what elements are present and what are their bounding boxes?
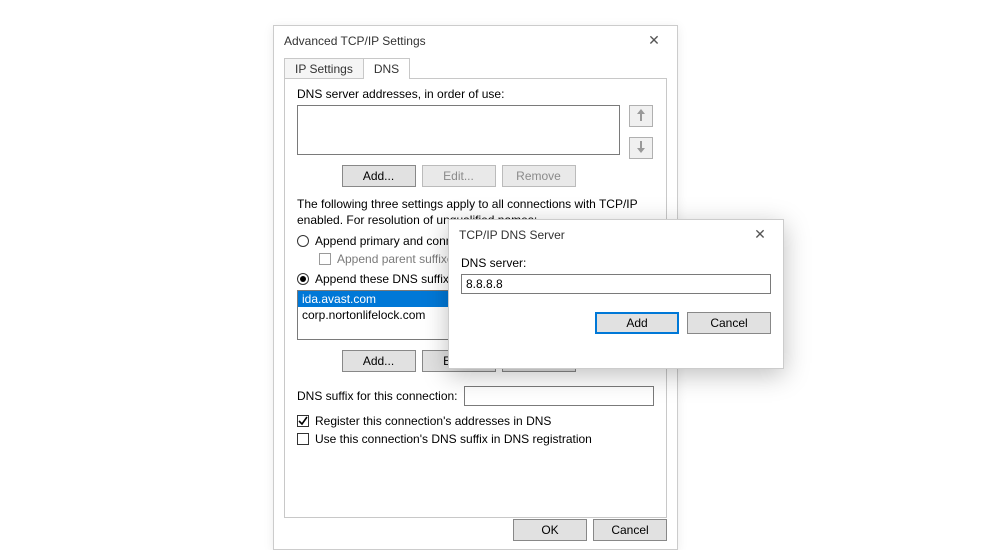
tab-dns[interactable]: DNS (363, 58, 410, 79)
suffix-add-button[interactable]: Add... (342, 350, 416, 372)
tab-ip-settings[interactable]: IP Settings (284, 58, 364, 79)
dns-server-input[interactable]: 8.8.8.8 (461, 274, 771, 294)
check-use-suffix[interactable]: Use this connection's DNS suffix in DNS … (297, 432, 654, 446)
dns-add-button[interactable]: Add... (342, 165, 416, 187)
close-icon[interactable]: ✕ (639, 30, 669, 52)
titlebar[interactable]: TCP/IP DNS Server ✕ (449, 220, 783, 250)
move-down-button[interactable] (629, 137, 653, 159)
radio-icon (297, 235, 309, 247)
move-up-button[interactable] (629, 105, 653, 127)
ok-button[interactable]: OK (513, 519, 587, 541)
dns-server-label: DNS server: (461, 256, 771, 270)
check-register-dns[interactable]: Register this connection's addresses in … (297, 414, 654, 428)
dns-server-dialog: TCP/IP DNS Server ✕ DNS server: 8.8.8.8 … (448, 219, 784, 369)
suffix-connection-label: DNS suffix for this connection: (297, 389, 458, 403)
dialog-add-button[interactable]: Add (595, 312, 679, 334)
cancel-button[interactable]: Cancel (593, 519, 667, 541)
dns-edit-button: Edit... (422, 165, 496, 187)
arrow-down-icon (636, 141, 646, 156)
checkbox-icon (297, 433, 309, 445)
window-title: Advanced TCP/IP Settings (284, 34, 426, 48)
dns-servers-listbox[interactable] (297, 105, 620, 155)
dialog-cancel-button[interactable]: Cancel (687, 312, 771, 334)
checkbox-icon (319, 253, 331, 265)
arrow-up-icon (636, 109, 646, 124)
tabs: IP Settings DNS (284, 56, 667, 78)
checkbox-icon (297, 415, 309, 427)
suffix-connection-input[interactable] (464, 386, 654, 406)
dns-servers-label: DNS server addresses, in order of use: (297, 87, 654, 101)
check-label: Use this connection's DNS suffix in DNS … (315, 432, 592, 446)
close-icon[interactable]: ✕ (745, 224, 775, 246)
dns-remove-button: Remove (502, 165, 576, 187)
radio-icon (297, 273, 309, 285)
check-label: Register this connection's addresses in … (315, 414, 551, 428)
titlebar[interactable]: Advanced TCP/IP Settings ✕ (274, 26, 677, 56)
dialog-title: TCP/IP DNS Server (459, 228, 565, 242)
